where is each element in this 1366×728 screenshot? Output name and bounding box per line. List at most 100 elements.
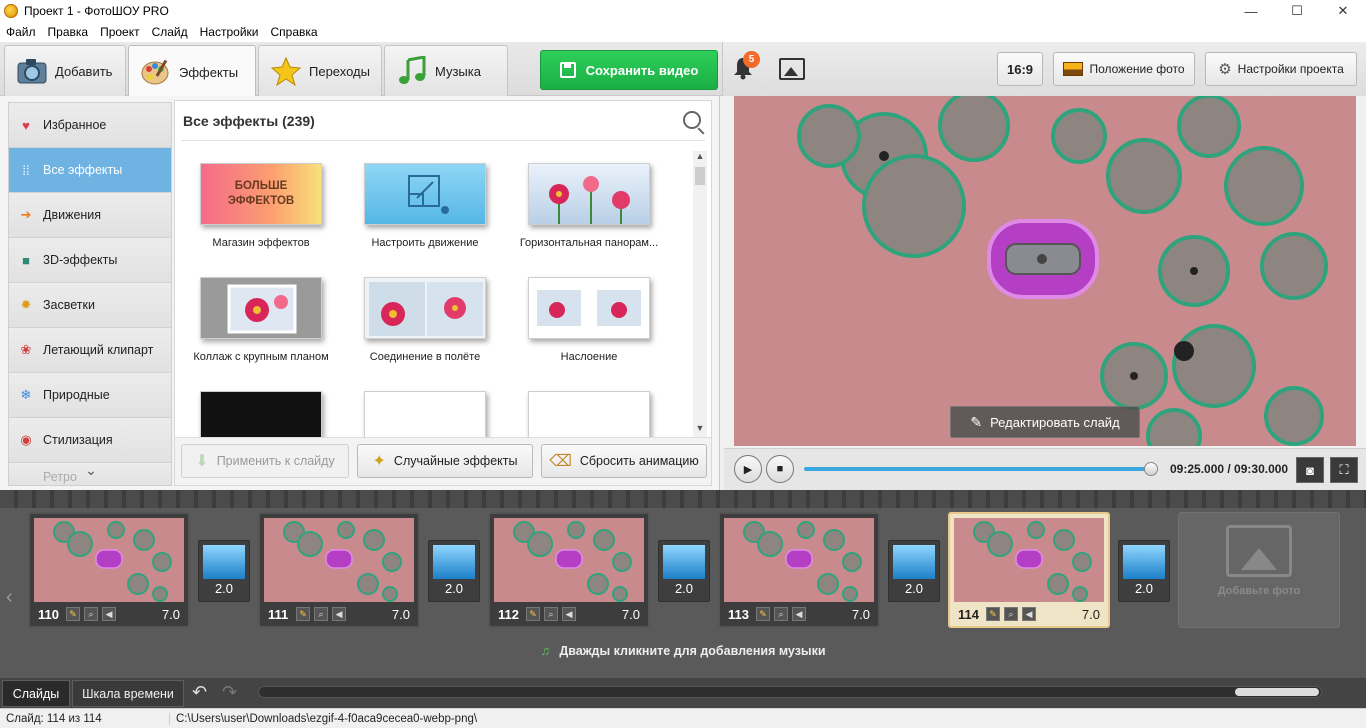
menu-file[interactable]: Файл: [6, 25, 36, 39]
chevron-left-icon[interactable]: ‹: [6, 586, 13, 609]
menu-slide[interactable]: Слайд: [152, 25, 188, 39]
photo-position-button[interactable]: Положение фото: [1053, 52, 1195, 86]
speaker-icon[interactable]: ◀: [1022, 607, 1036, 621]
category-favorites[interactable]: ♥ Избранное: [9, 103, 171, 148]
random-effects-button[interactable]: ✦ Случайные эффекты: [357, 444, 533, 478]
save-video-button[interactable]: Сохранить видео: [540, 50, 718, 90]
effect-tile-store[interactable]: БОЛЬШЕ ЭФФЕКТОВ Магазин эффектов: [181, 151, 341, 261]
effect-thumb: [364, 277, 486, 339]
transition-thumbnail[interactable]: 2.0: [1118, 540, 1170, 602]
speaker-icon[interactable]: ◀: [102, 607, 116, 621]
tab-effects[interactable]: Эффекты: [128, 45, 256, 98]
effect-tile-flying-join[interactable]: Соединение в полёте: [345, 265, 505, 375]
slide-counter: Слайд: 114 из 114: [0, 712, 170, 725]
slide-duration: 7.0: [161, 606, 180, 622]
transition-duration: 2.0: [214, 581, 234, 596]
transition-thumbnail[interactable]: 2.0: [428, 540, 480, 602]
slide-preview[interactable]: ✎ Редактировать слайд: [734, 96, 1356, 446]
menu-help[interactable]: Справка: [270, 25, 317, 39]
undo-icon[interactable]: ↶: [192, 682, 207, 703]
effect-tile-custom-motion[interactable]: Настроить движение: [345, 151, 505, 261]
chevron-down-icon[interactable]: ⌄: [9, 462, 171, 479]
fullscreen-button[interactable]: ⛶: [1330, 457, 1358, 483]
search-icon[interactable]: [683, 111, 701, 129]
transition-thumbnail[interactable]: 2.0: [888, 540, 940, 602]
category-motion[interactable]: ➔ Движения: [9, 193, 171, 238]
pencil-icon[interactable]: ✎: [296, 607, 310, 621]
transition-thumbnail[interactable]: 2.0: [658, 540, 710, 602]
effect-tile-partial[interactable]: [181, 379, 341, 437]
slide-thumbnail[interactable]: 112 ✎ ⌕ ◀ 7.0: [488, 512, 650, 628]
effects-scrollbar[interactable]: ▲ ▼: [693, 151, 707, 437]
edit-slide-button[interactable]: ✎ Редактировать слайд: [950, 406, 1140, 438]
pencil-icon[interactable]: ✎: [756, 607, 770, 621]
snapshot-button[interactable]: ◙: [1296, 457, 1324, 483]
slide-image: [494, 518, 644, 602]
effect-thumb: [364, 391, 486, 437]
slide-thumbnail[interactable]: 114 ✎ ⌕ ◀ 7.0: [948, 512, 1110, 628]
reset-animation-label: Сбросить анимацию: [579, 454, 699, 468]
redo-icon[interactable]: ↷: [222, 682, 237, 703]
scrollbar-thumb[interactable]: [1235, 688, 1319, 696]
tab-add[interactable]: Добавить: [4, 45, 126, 96]
slide-number: 112: [498, 606, 519, 622]
chevron-down-icon[interactable]: ▼: [693, 423, 707, 437]
effect-tile-horizontal-pan[interactable]: Горизонтальная панорам...: [509, 151, 669, 261]
tab-slides[interactable]: Слайды: [2, 680, 70, 707]
menu-settings[interactable]: Настройки: [200, 25, 259, 39]
category-flying-clipart[interactable]: ❀ Летающий клипарт: [9, 328, 171, 373]
search-icon[interactable]: ⌕: [544, 607, 558, 621]
maximize-button[interactable]: ☐: [1274, 0, 1320, 22]
tab-timeline[interactable]: Шкала времени: [72, 680, 184, 707]
stop-button[interactable]: ■: [766, 455, 794, 483]
speaker-icon[interactable]: ◀: [332, 607, 346, 621]
chevron-up-icon[interactable]: ▲: [693, 151, 707, 165]
slide-thumbnail[interactable]: 110 ✎ ⌕ ◀ 7.0: [28, 512, 190, 628]
menu-project[interactable]: Проект: [100, 25, 140, 39]
category-all-effects[interactable]: ⁞⁞ Все эффекты: [9, 148, 171, 193]
player-controls: ▶ ■ 09:25.000 / 09:30.000 ◙ ⛶: [724, 448, 1366, 490]
apply-to-slide-label: Применить к слайду: [216, 454, 335, 468]
category-3d[interactable]: ■ 3D-эффекты: [9, 238, 171, 283]
preview-toolbar: 5 16:9 Положение фото ⚙ Настройки проект…: [722, 42, 1366, 96]
search-icon[interactable]: ⌕: [84, 607, 98, 621]
effect-tile-overlay[interactable]: Наслоение: [509, 265, 669, 375]
play-button[interactable]: ▶: [734, 455, 762, 483]
pencil-icon[interactable]: ✎: [986, 607, 1000, 621]
close-button[interactable]: ✕: [1320, 0, 1366, 22]
gallery-icon[interactable]: [779, 58, 805, 80]
menu-edit[interactable]: Правка: [48, 25, 89, 39]
speaker-icon[interactable]: ◀: [792, 607, 806, 621]
aspect-ratio-button[interactable]: 16:9: [997, 52, 1043, 86]
add-photo-placeholder[interactable]: Добавьте фото: [1178, 512, 1340, 628]
category-nature[interactable]: ❄ Природные: [9, 373, 171, 418]
minimize-button[interactable]: —: [1228, 0, 1274, 22]
speaker-icon[interactable]: ◀: [562, 607, 576, 621]
tab-transitions[interactable]: Переходы: [258, 45, 382, 96]
category-stylization[interactable]: ◉ Стилизация: [9, 418, 171, 463]
music-hint[interactable]: ♫ Дважды кликните для добавления музыки: [0, 644, 1366, 658]
slide-duration: 7.0: [621, 606, 640, 622]
slide-info-bar: 114 ✎ ⌕ ◀ 7.0: [954, 604, 1104, 624]
search-icon[interactable]: ⌕: [1004, 607, 1018, 621]
tab-music[interactable]: Музыка: [384, 45, 508, 96]
pencil-icon[interactable]: ✎: [66, 607, 80, 621]
reset-animation-button[interactable]: ⌫ Сбросить анимацию: [541, 444, 707, 478]
slide-thumbnail[interactable]: 113 ✎ ⌕ ◀ 7.0: [718, 512, 880, 628]
project-settings-button[interactable]: ⚙ Настройки проекта: [1205, 52, 1357, 86]
effect-tile-partial[interactable]: [509, 379, 669, 437]
filmstrip-scrollbar[interactable]: [258, 686, 1322, 698]
slide-number: 110: [38, 606, 59, 622]
effect-tile-partial[interactable]: [345, 379, 505, 437]
transition-thumbnail[interactable]: 2.0: [198, 540, 250, 602]
playback-progress[interactable]: [804, 462, 1158, 476]
scrollbar-thumb[interactable]: [695, 167, 705, 185]
search-icon[interactable]: ⌕: [774, 607, 788, 621]
pencil-icon[interactable]: ✎: [526, 607, 540, 621]
search-icon[interactable]: ⌕: [314, 607, 328, 621]
apply-to-slide-button[interactable]: ⬇ Применить к слайду: [181, 444, 349, 478]
effect-tile-collage-closeup[interactable]: Коллаж с крупным планом: [181, 265, 341, 375]
progress-knob[interactable]: [1144, 462, 1158, 476]
category-light-leaks[interactable]: ✹ Засветки: [9, 283, 171, 328]
slide-thumbnail[interactable]: 111 ✎ ⌕ ◀ 7.0: [258, 512, 420, 628]
